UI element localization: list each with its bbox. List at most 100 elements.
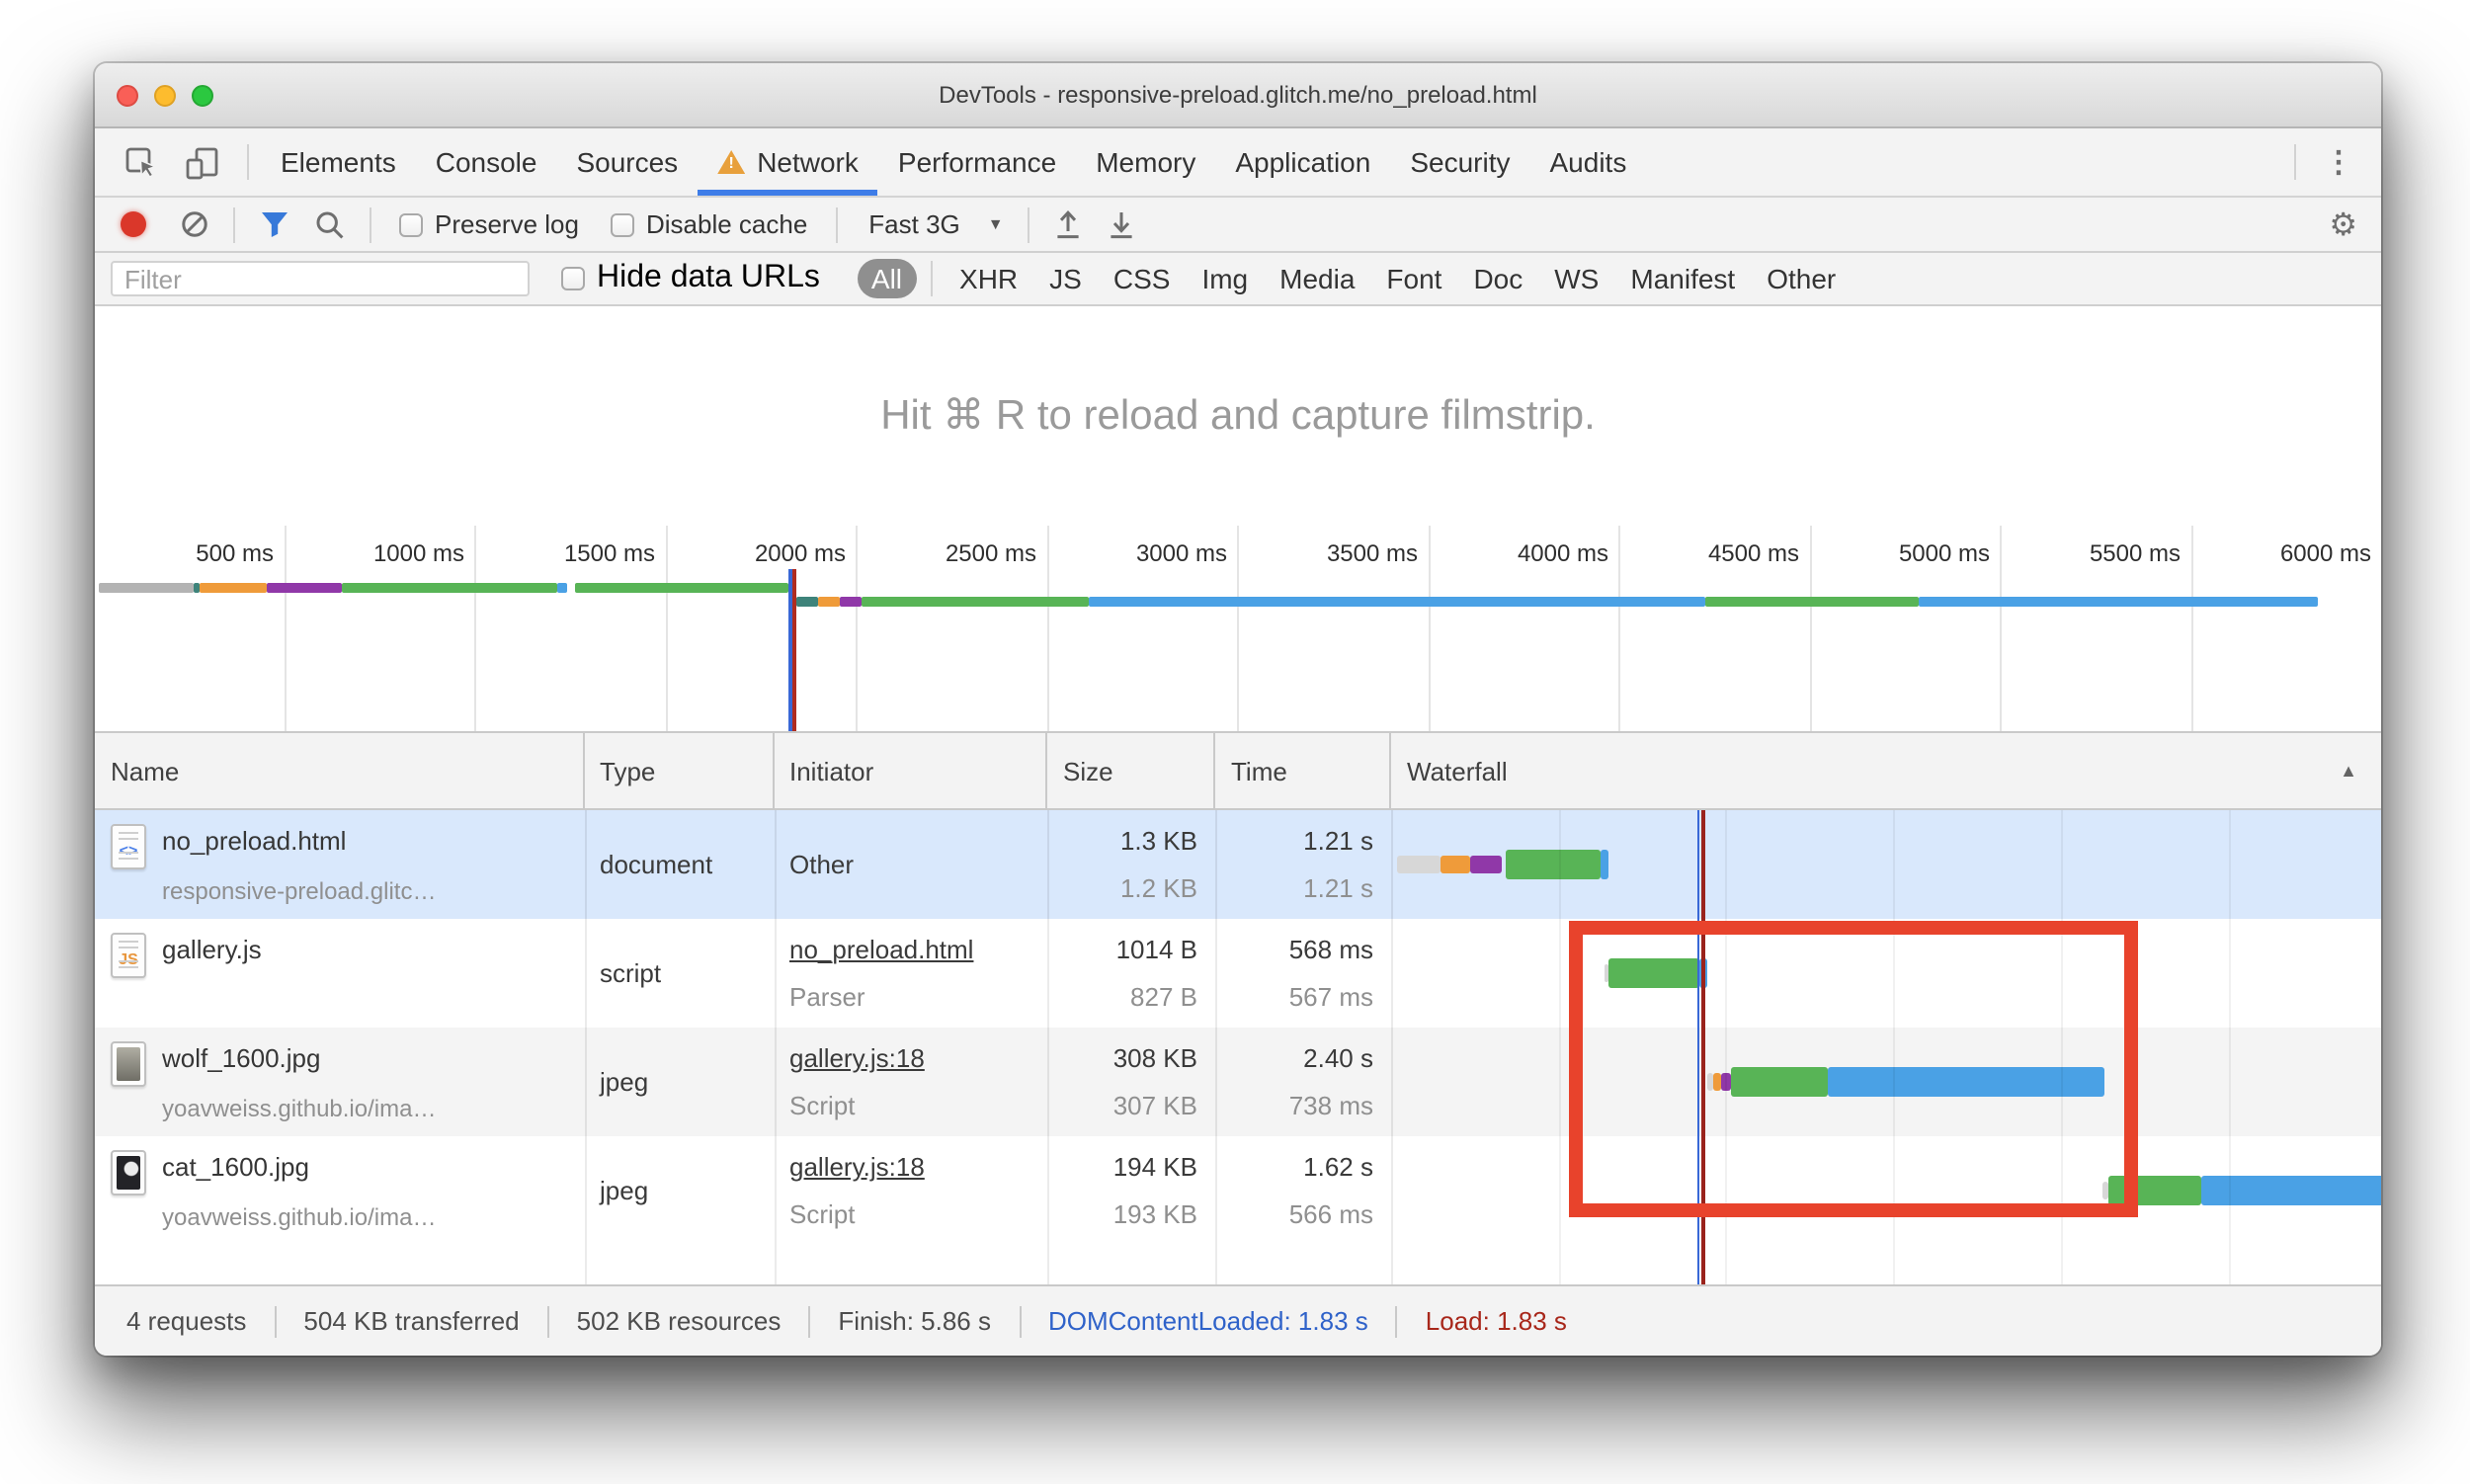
disable-cache-checkbox[interactable]: Disable cache <box>610 209 808 239</box>
initiator-link[interactable]: gallery.js:18 <box>789 1152 1047 1182</box>
throttling-select[interactable]: Fast 3G ▼ <box>868 209 1003 239</box>
tab-sources[interactable]: Sources <box>556 128 698 196</box>
tab-security[interactable]: Security <box>1390 128 1529 196</box>
preserve-log-checkbox[interactable]: Preserve log <box>399 209 579 239</box>
type-filter-ws[interactable]: WS <box>1540 259 1612 298</box>
filmstrip-message-area: Hit ⌘ R to reload and capture filmstrip. <box>95 306 2381 526</box>
type-filter-manifest[interactable]: Manifest <box>1616 259 1749 298</box>
import-har-button[interactable] <box>1041 208 1095 240</box>
inspect-element-button[interactable] <box>111 128 172 196</box>
divider <box>233 206 235 242</box>
initiator-link[interactable]: no_preload.html <box>789 935 1047 964</box>
column-header-initiator[interactable]: Initiator <box>774 733 1047 808</box>
table-row[interactable]: <> no_preload.html responsive-preload.glit… <box>95 810 2381 919</box>
more-options-menu-icon[interactable]: ⋮ <box>2308 144 2369 180</box>
minimize-window-button[interactable] <box>154 84 176 106</box>
filter-funnel-icon <box>262 212 288 237</box>
tab-label: Audits <box>1549 146 1627 178</box>
column-divider <box>584 810 586 1284</box>
type-filter-doc[interactable]: Doc <box>1459 259 1536 298</box>
status-item: DOMContentLoaded: 1.83 s <box>1048 1306 1368 1336</box>
checkbox-box <box>561 267 585 290</box>
tab-label: Security <box>1410 146 1511 178</box>
column-header-waterfall[interactable]: Waterfall ▲ <box>1391 733 2381 808</box>
js-file-icon: JS <box>111 933 146 978</box>
divider <box>370 206 371 242</box>
html-doc-icon: <> <box>111 824 146 869</box>
zoom-window-button[interactable] <box>192 84 213 106</box>
type-filters: All XHR JS CSS Img Media Font Doc WS Manifest Othe… <box>856 259 1852 298</box>
column-header-name[interactable]: Name <box>95 733 584 808</box>
waterfall-segment <box>1505 850 1602 879</box>
tab-network[interactable]: ! Network <box>698 128 879 196</box>
warning-icon: ! <box>717 150 746 174</box>
export-har-button[interactable] <box>1095 208 1148 240</box>
tab-label: Console <box>435 146 537 178</box>
type-filter-font[interactable]: Font <box>1372 259 1455 298</box>
overview-segment <box>341 583 558 593</box>
type-cell: jpeg <box>584 1136 774 1245</box>
tab-audits[interactable]: Audits <box>1530 128 1647 196</box>
doc-lines <box>119 960 138 970</box>
device-toolbar-button[interactable] <box>172 128 235 196</box>
name-cell: JS gallery.js <box>95 919 584 1028</box>
disable-cache-label: Disable cache <box>645 209 808 239</box>
search-button[interactable] <box>302 208 358 240</box>
window-titlebar: DevTools - responsive-preload.glitch.me/… <box>95 63 2381 128</box>
name-cell: wolf_1600.jpg yoavweiss.github.io/ima… <box>95 1028 584 1136</box>
column-divider <box>1391 810 1393 1284</box>
tab-console[interactable]: Console <box>416 128 557 196</box>
doc-lines <box>119 852 138 862</box>
close-window-button[interactable] <box>117 84 138 106</box>
time-value: 1.21 s <box>1303 826 1373 856</box>
column-divider <box>1215 810 1217 1284</box>
type-filter-img[interactable]: Img <box>1188 259 1262 298</box>
requests-table-header: Name Type Initiator Size Time Waterfall … <box>95 733 2381 810</box>
status-item: 4 requests <box>126 1306 247 1336</box>
wolf-image-icon <box>111 1041 146 1087</box>
column-divider <box>1047 810 1049 1284</box>
tab-label: Application <box>1235 146 1371 178</box>
name-text: no_preload.html responsive-preload.glitc… <box>162 822 436 919</box>
filter-input[interactable] <box>111 261 530 296</box>
tab-label: Elements <box>281 146 396 178</box>
tab-label: Performance <box>897 146 1057 178</box>
time-cell: 1.62 s 566 ms <box>1215 1136 1391 1245</box>
type-filter-css[interactable]: CSS <box>1100 259 1185 298</box>
type-filter-all[interactable]: All <box>857 259 917 298</box>
time-value: 2.40 s <box>1303 1043 1373 1073</box>
tab-application[interactable]: Application <box>1215 128 1390 196</box>
doc-lines <box>119 941 138 950</box>
type-value: document <box>600 850 713 879</box>
overview-segment <box>817 597 840 607</box>
tabbar-right: ⋮ <box>2282 128 2381 196</box>
tab-performance[interactable]: Performance <box>878 128 1076 196</box>
clear-network-log-button[interactable] <box>168 209 221 239</box>
overview-line <box>95 597 2381 607</box>
waterfall-segment <box>1601 850 1609 879</box>
column-header-size[interactable]: Size <box>1047 733 1215 808</box>
network-overview-timeline[interactable]: 500 ms 1000 ms 1500 ms 2000 ms 2500 ms 3000 m… <box>95 526 2381 733</box>
checkbox-box <box>399 212 423 236</box>
filter-toggle-button[interactable] <box>247 209 302 239</box>
record-network-log-button[interactable] <box>121 211 146 237</box>
hide-data-urls-checkbox[interactable]: Hide data URLs <box>561 261 820 296</box>
size-value: 1.3 KB <box>1119 826 1197 856</box>
search-icon <box>316 210 344 238</box>
devtools-tabbar: Elements Console Sources! Network Performanc… <box>95 128 2381 198</box>
status-item: Load: 1.83 s <box>1425 1306 1567 1336</box>
settings-gear-icon[interactable]: ⚙ <box>2329 205 2357 244</box>
overview-segment <box>1704 597 1919 607</box>
type-filter-other[interactable]: Other <box>1753 259 1850 298</box>
type-filter-media[interactable]: Media <box>1266 259 1368 298</box>
overview-segment <box>1089 597 1705 607</box>
type-filter-xhr[interactable]: XHR <box>946 259 1031 298</box>
column-header-type[interactable]: Type <box>584 733 774 808</box>
column-header-time[interactable]: Time <box>1215 733 1391 808</box>
type-filter-js[interactable]: JS <box>1035 259 1096 298</box>
tab-elements[interactable]: Elements <box>261 128 416 196</box>
initiator-link[interactable]: gallery.js:18 <box>789 1043 1047 1073</box>
network-filter-bar: Hide data URLs All XHRJSCSSImgMediaFontDo… <box>95 253 2381 306</box>
table-body: <> no_preload.html responsive-preload.glit… <box>95 810 2381 1284</box>
tab-memory[interactable]: Memory <box>1076 128 1215 196</box>
